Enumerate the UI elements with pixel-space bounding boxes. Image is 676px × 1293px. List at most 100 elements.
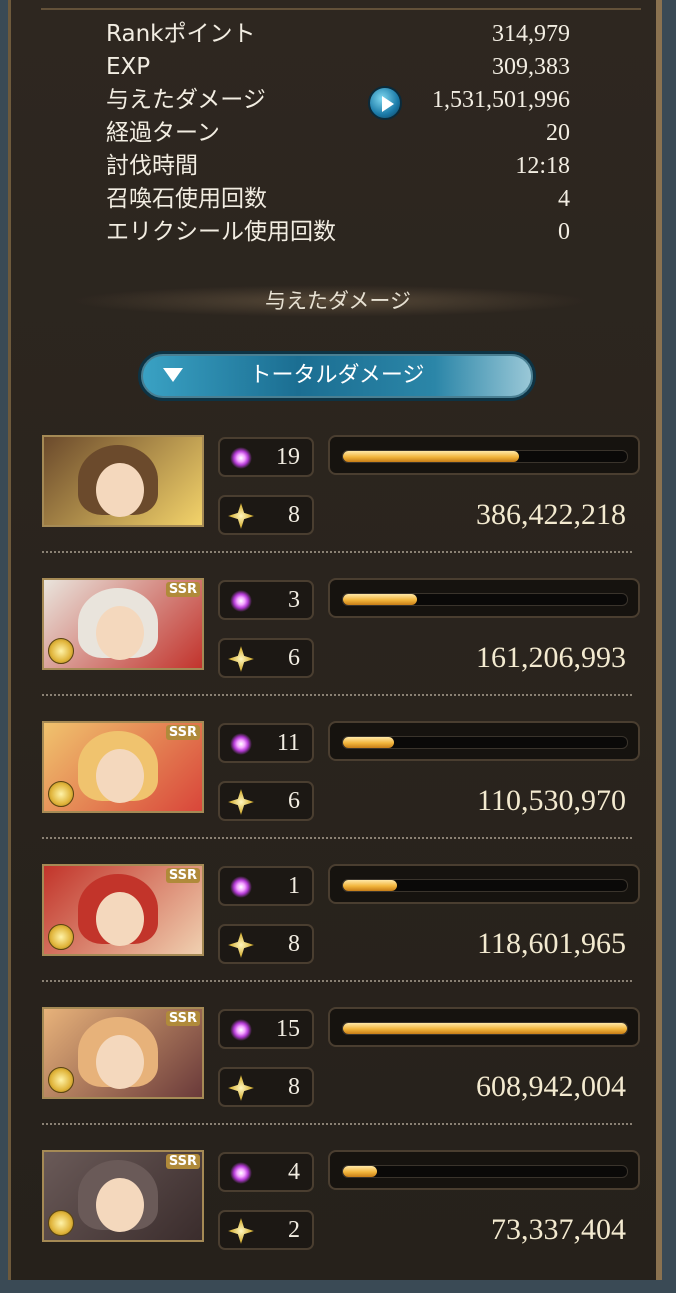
character-portrait[interactable]: SSR bbox=[42, 721, 204, 813]
turn-count-box: 8 bbox=[218, 1067, 314, 1107]
sparkle-icon bbox=[230, 1162, 252, 1184]
damage-bar bbox=[328, 864, 640, 904]
turn-count: 8 bbox=[288, 502, 300, 528]
turn-count-box: 6 bbox=[218, 638, 314, 678]
damage-value: 110,530,970 bbox=[477, 784, 626, 817]
row-divider bbox=[42, 1123, 632, 1125]
play-icon[interactable] bbox=[368, 86, 402, 120]
stat-label: 与えたダメージ bbox=[106, 87, 266, 113]
ssr-badge: SSR bbox=[165, 868, 200, 883]
ougi-count: 19 bbox=[276, 444, 300, 470]
section-title: 与えたダメージ bbox=[265, 289, 411, 313]
ougi-count-box: 4 bbox=[218, 1152, 314, 1192]
turn-count-box: 8 bbox=[218, 924, 314, 964]
dropdown-label: トータルダメージ bbox=[249, 363, 425, 388]
damage-bar bbox=[328, 721, 640, 761]
crossed-swords-icon bbox=[228, 789, 254, 815]
damage-bar-fill bbox=[343, 1166, 378, 1177]
damage-bar-fill bbox=[343, 737, 395, 748]
ougi-count: 1 bbox=[288, 873, 300, 899]
crossed-swords-icon bbox=[228, 1075, 254, 1101]
sparkle-icon bbox=[230, 876, 252, 898]
ougi-count: 3 bbox=[288, 587, 300, 613]
damage-bar bbox=[328, 578, 640, 618]
ougi-count-box: 11 bbox=[218, 723, 314, 763]
character-portrait[interactable]: SSR bbox=[42, 1007, 204, 1099]
turn-count-box: 8 bbox=[218, 495, 314, 535]
stat-value: 12:18 bbox=[515, 153, 570, 179]
ougi-count: 11 bbox=[276, 730, 300, 756]
turn-count: 2 bbox=[288, 1217, 300, 1243]
damage-bar bbox=[328, 1007, 640, 1047]
ssr-badge: SSR bbox=[165, 725, 200, 740]
character-row: SSR 15 8 608,942,004 bbox=[42, 1007, 642, 1150]
damage-bar-track bbox=[342, 450, 628, 463]
damage-value: 118,601,965 bbox=[477, 927, 626, 960]
turn-count: 8 bbox=[288, 1074, 300, 1100]
top-ornament bbox=[41, 0, 641, 10]
turn-count: 8 bbox=[288, 931, 300, 957]
damage-bar-track bbox=[342, 736, 628, 749]
character-row: SSR 3 6 161,206,993 bbox=[42, 578, 642, 721]
ougi-count-box: 19 bbox=[218, 437, 314, 477]
crossed-swords-icon bbox=[228, 1218, 254, 1244]
row-divider bbox=[42, 980, 632, 982]
stat-value: 309,383 bbox=[492, 54, 570, 80]
character-row: SSR 1 8 118,601,965 bbox=[42, 864, 642, 1007]
damage-bar-fill bbox=[343, 594, 417, 605]
character-portrait[interactable] bbox=[42, 435, 204, 527]
turn-count: 6 bbox=[288, 788, 300, 814]
stat-value: 20 bbox=[546, 120, 570, 146]
sparkle-icon bbox=[230, 447, 252, 469]
damage-bar-track bbox=[342, 879, 628, 892]
sparkle-icon bbox=[230, 733, 252, 755]
stat-damage-dealt: 与えたダメージ 1,531,501,996 bbox=[106, 84, 570, 120]
damage-bar-fill bbox=[343, 1023, 627, 1034]
light-element-icon bbox=[48, 1210, 74, 1236]
ougi-count: 4 bbox=[288, 1159, 300, 1185]
character-portrait[interactable]: SSR bbox=[42, 864, 204, 956]
ougi-count-box: 3 bbox=[218, 580, 314, 620]
stat-exp: EXP 309,383 bbox=[106, 51, 570, 84]
character-row: SSR 4 2 73,337,404 bbox=[42, 1150, 642, 1293]
row-divider bbox=[42, 551, 632, 553]
damage-bar bbox=[328, 435, 640, 475]
turn-count-box: 6 bbox=[218, 781, 314, 821]
character-portrait[interactable]: SSR bbox=[42, 578, 204, 670]
crossed-swords-icon bbox=[228, 932, 254, 958]
stat-value: 0 bbox=[558, 219, 570, 245]
ssr-badge: SSR bbox=[165, 1154, 200, 1169]
stat-turns: 経過ターン 20 bbox=[106, 117, 570, 150]
light-element-icon bbox=[48, 1067, 74, 1093]
row-divider bbox=[42, 694, 632, 696]
damage-bar bbox=[328, 1150, 640, 1190]
ougi-count: 15 bbox=[276, 1016, 300, 1042]
stat-value: 1,531,501,996 bbox=[432, 87, 570, 113]
row-divider bbox=[42, 837, 632, 839]
stat-label: EXP bbox=[106, 54, 151, 80]
ssr-badge: SSR bbox=[165, 582, 200, 597]
light-element-icon bbox=[48, 781, 74, 807]
damage-type-dropdown[interactable]: トータルダメージ bbox=[138, 351, 536, 401]
character-portrait[interactable]: SSR bbox=[42, 1150, 204, 1242]
damage-value: 161,206,993 bbox=[476, 641, 626, 674]
sparkle-icon bbox=[230, 590, 252, 612]
stat-label: 召喚石使用回数 bbox=[106, 186, 267, 212]
stat-time: 討伐時間 12:18 bbox=[106, 150, 570, 183]
stat-value: 314,979 bbox=[492, 21, 570, 47]
damage-bar-track bbox=[342, 1022, 628, 1035]
damage-value: 386,422,218 bbox=[476, 498, 626, 531]
turn-count-box: 2 bbox=[218, 1210, 314, 1250]
damage-value: 608,942,004 bbox=[476, 1070, 626, 1103]
damage-bar-track bbox=[342, 1165, 628, 1178]
ougi-count-box: 1 bbox=[218, 866, 314, 906]
sparkle-icon bbox=[230, 1019, 252, 1041]
stat-label: 討伐時間 bbox=[106, 153, 198, 179]
stat-rank-points: Rankポイント 314,979 bbox=[106, 18, 570, 51]
ssr-badge: SSR bbox=[165, 1011, 200, 1026]
stat-value: 4 bbox=[558, 186, 570, 212]
crossed-swords-icon bbox=[228, 503, 254, 529]
stat-label: Rankポイント bbox=[106, 21, 256, 47]
crossed-swords-icon bbox=[228, 646, 254, 672]
turn-count: 6 bbox=[288, 645, 300, 671]
